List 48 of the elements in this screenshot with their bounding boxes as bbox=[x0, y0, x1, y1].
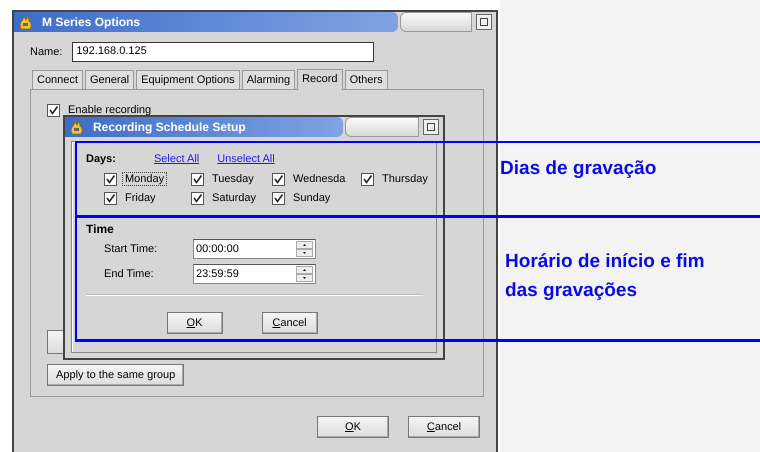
checkbox[interactable] bbox=[191, 172, 204, 186]
cancel-button[interactable]: Cancel bbox=[262, 312, 318, 334]
checkbox-label: Wednesda bbox=[292, 172, 346, 186]
annotation-text: Dias de gravação bbox=[500, 157, 658, 181]
time-field[interactable]: 00:00:00 bbox=[193, 239, 316, 259]
app-icon bbox=[18, 14, 34, 30]
checkbox[interactable] bbox=[272, 172, 285, 186]
time-label: Time bbox=[86, 222, 115, 236]
tab[interactable]: Equipment Options bbox=[136, 70, 240, 89]
checkbox[interactable] bbox=[361, 172, 374, 186]
name-field[interactable]: 192.168.0.125 bbox=[72, 42, 374, 62]
checkbox-label: Sunday bbox=[292, 191, 332, 205]
checkbox[interactable] bbox=[191, 192, 204, 204]
time-label: End Time: bbox=[104, 268, 155, 280]
tab[interactable]: Connect bbox=[32, 70, 83, 89]
title-bar-panel bbox=[400, 12, 472, 32]
tab[interactable]: General bbox=[84, 70, 134, 89]
checkbox[interactable] bbox=[47, 104, 60, 116]
checkbox-label: Enable recording bbox=[67, 103, 152, 117]
window-title: Recording Schedule Setup bbox=[93, 120, 246, 134]
tab[interactable]: Record bbox=[297, 69, 343, 90]
app-icon bbox=[69, 119, 85, 135]
tab[interactable]: Others bbox=[344, 70, 388, 89]
checkbox[interactable] bbox=[272, 192, 285, 204]
ok-button[interactable]: OK bbox=[317, 416, 389, 438]
tab[interactable]: Alarming bbox=[242, 70, 296, 89]
name-label: Name: bbox=[30, 46, 62, 58]
time-label: Start Time: bbox=[104, 243, 158, 255]
window-title: M Series Options bbox=[42, 15, 140, 29]
window-button[interactable] bbox=[423, 119, 439, 135]
time-field[interactable]: 23:59:59 bbox=[193, 264, 316, 284]
ok-button[interactable]: OK bbox=[166, 312, 222, 334]
apply-button[interactable]: Apply to the same group bbox=[47, 364, 184, 386]
days-label: Days: bbox=[86, 153, 116, 165]
checkbox-label: Friday bbox=[124, 191, 157, 205]
window-button[interactable] bbox=[476, 14, 492, 30]
checkbox-label: Tuesday bbox=[211, 172, 255, 186]
checkbox[interactable] bbox=[104, 172, 117, 186]
spinner-arrows-icon[interactable] bbox=[296, 241, 313, 257]
spinner-arrows-icon[interactable] bbox=[296, 266, 313, 282]
checkbox-label: Thursday bbox=[381, 172, 429, 186]
link[interactable]: Unselect All bbox=[217, 153, 275, 165]
link[interactable]: Select All bbox=[154, 153, 200, 165]
checkbox-label: Monday bbox=[122, 172, 168, 186]
checkbox-label: Saturday bbox=[211, 191, 258, 205]
annotation-text: Horário de início e fim das gravações bbox=[505, 250, 706, 303]
cancel-button[interactable]: Cancel bbox=[408, 416, 480, 438]
checkbox[interactable] bbox=[104, 192, 117, 204]
